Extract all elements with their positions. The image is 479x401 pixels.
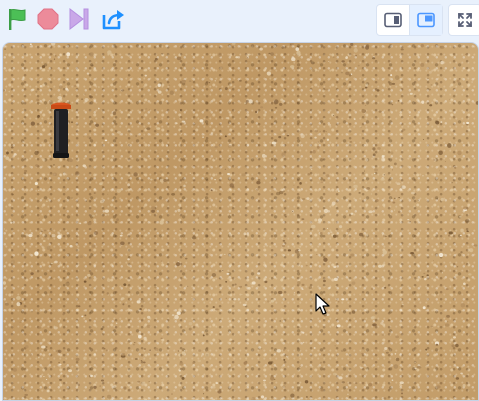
fullscreen-icon (458, 13, 472, 27)
share-button[interactable] (101, 6, 125, 32)
gravel-backdrop (3, 43, 478, 400)
small-stage-icon (384, 12, 402, 28)
mouse-pointer (315, 293, 331, 317)
large-stage-icon (417, 12, 435, 28)
sprinkler-sprite[interactable] (50, 101, 72, 159)
green-flag-button[interactable] (5, 6, 29, 32)
step-forward-icon (69, 8, 89, 30)
share-icon (102, 10, 124, 30)
green-flag-icon (9, 8, 26, 30)
large-stage-button[interactable] (409, 5, 442, 35)
stop-sign-icon (37, 8, 59, 30)
stage-toolbar (0, 0, 479, 40)
step-button[interactable] (67, 6, 91, 32)
small-stage-button[interactable] (377, 5, 409, 35)
stop-button[interactable] (36, 6, 60, 32)
sprinkler-icon (51, 102, 71, 158)
arrow-cursor-icon (315, 293, 330, 315)
fullscreen-button[interactable] (448, 4, 479, 36)
stage-canvas[interactable] (2, 42, 479, 401)
stage-size-toggle (376, 4, 443, 36)
